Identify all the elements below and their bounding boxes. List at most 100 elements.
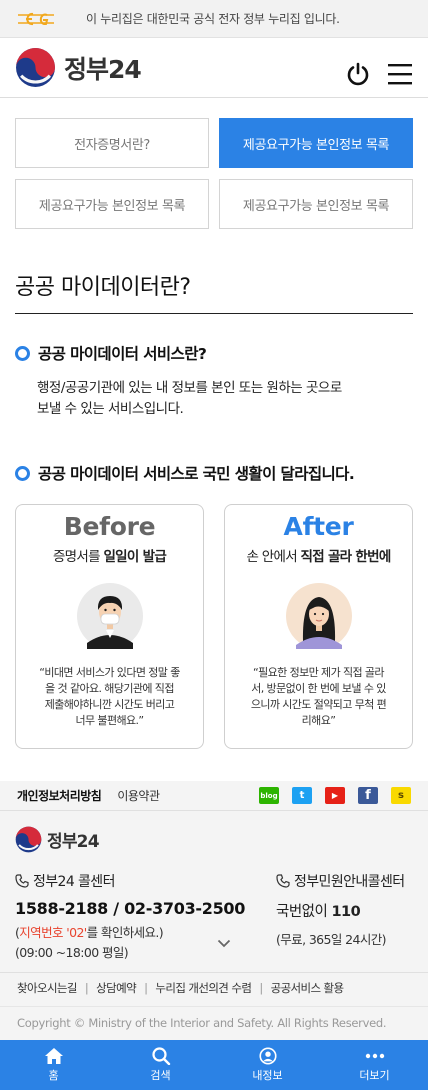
area-code-note: (지역번호 '02'를 확인하세요.) [15, 922, 245, 941]
gov-banner: 이 누리집은 대한민국 공식 전자 정부 누리집 입니다. [0, 0, 428, 38]
facebook-icon[interactable]: f [358, 787, 378, 804]
header: 정부24 [0, 38, 428, 98]
youtube-icon[interactable]: ▶ [325, 787, 345, 804]
man-with-mask-avatar [76, 583, 143, 649]
quote-line: “비대면 서비스가 있다면 정말 좋 [39, 666, 180, 679]
note-rest: 를 확인하세요.) [86, 925, 164, 940]
tab-info-list-active[interactable]: 제공요구가능 본인정보 목록 [219, 118, 413, 168]
nav-label: 검색 [150, 1069, 171, 1082]
after-sub-bold: 직접 골라 한번에 [300, 549, 392, 565]
civil-number: 110 [331, 904, 361, 920]
area-code-highlight: 지역번호 '02' [19, 925, 87, 940]
gov-banner-text: 이 누리집은 대한민국 공식 전자 정부 누리집 입니다. [86, 12, 340, 26]
tab-grid: 전자증명서란? 제공요구가능 본인정보 목록 제공요구가능 본인정보 목록 제공… [0, 98, 428, 229]
tab-info-list-3[interactable]: 제공요구가능 본인정보 목록 [219, 179, 413, 229]
nav-search[interactable]: 검색 [107, 1040, 214, 1090]
before-card: Before 증명서를 일일이 발급 “비대면 서비스가 있다면 정말 좋 을 … [15, 504, 204, 749]
nav-label: 내정보 [252, 1069, 283, 1082]
nav-my-info[interactable]: 내정보 [214, 1040, 321, 1090]
quote-line: 을 것 같아요. 해당기관에 직접 [45, 682, 174, 695]
footer-menu: 찾아오시는길 | 상담예약 | 누리집 개선의견 수렴 | 공공서비스 활용 [17, 980, 344, 996]
naver-blog-icon[interactable]: blog [259, 787, 279, 804]
tab-info-list-2[interactable]: 제공요구가능 본인정보 목록 [15, 179, 209, 229]
menu-button[interactable] [387, 62, 413, 86]
section-heading: 공공 마이데이터 서비스로 국민 생활이 달라집니다. [15, 462, 413, 484]
footer-divider [0, 1006, 428, 1007]
quote-line: 서, 방문없이 한 번에 보낼 수 있 [251, 682, 386, 695]
call-center-title: 정부민원안내콜센터 [276, 871, 405, 891]
terms-link[interactable]: 이용약관 [117, 787, 160, 804]
gov24-call-center: 정부24 콜센터 1588-2188 / 02-3703-2500 (지역번호 … [15, 871, 245, 961]
phone-icon [276, 874, 290, 888]
logo-text: 정부24 [64, 54, 142, 84]
menu-separator: | [259, 981, 263, 995]
call-center-title: 정부24 콜센터 [15, 871, 245, 891]
section-heading: 공공 마이데이터 서비스란? [15, 342, 413, 364]
civil-call-center: 정부민원안내콜센터 국번없이 110 (무료, 365일 24시간) [276, 871, 405, 948]
more-icon [365, 1053, 384, 1059]
comparison-cards: Before 증명서를 일일이 발급 “비대면 서비스가 있다면 정말 좋 을 … [15, 504, 413, 749]
public-service-link[interactable]: 공공서비스 활용 [271, 980, 345, 996]
chevron-down-icon[interactable] [217, 939, 231, 948]
bullet-icon [15, 465, 30, 481]
egov-logo-icon [18, 12, 54, 25]
hamburger-icon [388, 63, 412, 84]
kakao-story-icon[interactable]: s [391, 787, 411, 804]
footer-logo-text: 정부24 [47, 832, 100, 852]
footer: 정부24 정부24 콜센터 1588-2188 / 02-3703-2500 (… [0, 811, 428, 1041]
copyright: Copyright © Ministry of the Interior and… [17, 1016, 387, 1030]
footer-link-bar: 개인정보처리방침 이용약관 blog t ▶ f s [0, 781, 428, 811]
section-change: 공공 마이데이터 서비스로 국민 생활이 달라집니다. [15, 462, 413, 484]
page-title: 공공 마이데이터란? [15, 269, 413, 314]
before-subtitle: 증명서를 일일이 발급 [16, 545, 203, 565]
quote-line: 으니까 시간도 절약되고 무척 편 [250, 698, 387, 711]
phone-icon [15, 874, 29, 888]
footer-divider [0, 972, 428, 973]
privacy-policy-link[interactable]: 개인정보처리방침 [17, 787, 102, 804]
quote-line: 제출해야하니깐 시간도 버리고 [44, 698, 175, 711]
site-logo[interactable]: 정부24 [15, 47, 142, 88]
call-center-title-text: 정부24 콜센터 [33, 874, 115, 890]
desc-line: 행정/공공기관에 있는 내 정보를 본인 또는 원하는 곳으로 [37, 380, 342, 396]
quote-line: 너무 불편해요.” [75, 714, 144, 727]
desc-line: 보낼 수 있는 서비스입니다. [37, 401, 184, 417]
quote-line: 리해요” [301, 714, 336, 727]
consult-reservation-link[interactable]: 상담예약 [96, 980, 137, 996]
twitter-icon[interactable]: t [292, 787, 312, 804]
bullet-icon [15, 345, 30, 361]
nav-home[interactable]: 홈 [0, 1040, 107, 1090]
after-quote: “필요한 정보만 제가 직접 골라 서, 방문없이 한 번에 보낼 수 있 으니… [235, 665, 402, 729]
feedback-link[interactable]: 누리집 개선의견 수렴 [155, 980, 252, 996]
section-about-title: 공공 마이데이터 서비스란? [38, 345, 207, 363]
before-label: Before [63, 512, 156, 541]
after-sub-prefix: 손 안에서 [246, 549, 301, 565]
after-subtitle: 손 안에서 직접 골라 한번에 [225, 545, 412, 565]
civil-prefix: 국번없이 [276, 904, 332, 920]
search-icon [151, 1047, 170, 1065]
taegeuk-logo-icon [15, 826, 42, 853]
bottom-nav: 홈 검색 내정보 더보기 [0, 1040, 428, 1090]
after-card: After 손 안에서 직접 골라 한번에 “필요한 정보만 제가 직접 골라 … [224, 504, 413, 749]
civil-call-note: (무료, 365일 24시간) [276, 932, 387, 947]
after-label: After [283, 512, 354, 541]
tab-e-certificate[interactable]: 전자증명서란? [15, 118, 209, 168]
footer-logo: 정부24 [15, 826, 100, 853]
nav-more[interactable]: 더보기 [321, 1040, 428, 1090]
section-change-title: 공공 마이데이터 서비스로 국민 생활이 달라집니다. [38, 465, 355, 483]
before-quote: “비대면 서비스가 있다면 정말 좋 을 것 같아요. 해당기관에 직접 제출해… [26, 665, 193, 729]
civil-call-number[interactable]: 국번없이 110 [276, 900, 405, 921]
power-button[interactable] [345, 61, 371, 87]
menu-separator: | [84, 981, 89, 995]
before-sub-prefix: 증명서를 [52, 549, 104, 565]
taegeuk-logo-icon [16, 48, 55, 87]
nav-label: 홈 [48, 1069, 59, 1082]
menu-separator: | [144, 981, 148, 995]
before-sub-bold: 일일이 발급 [103, 549, 167, 565]
directions-link[interactable]: 찾아오시는길 [17, 980, 77, 996]
call-center-title-text: 정부민원안내콜센터 [294, 874, 405, 890]
power-icon [347, 62, 369, 85]
section-about: 공공 마이데이터 서비스란? 행정/공공기관에 있는 내 정보를 본인 또는 원… [15, 342, 413, 420]
woman-avatar [285, 583, 352, 649]
user-icon [258, 1047, 277, 1065]
call-center-number[interactable]: 1588-2188 / 02-3703-2500 [15, 899, 245, 918]
